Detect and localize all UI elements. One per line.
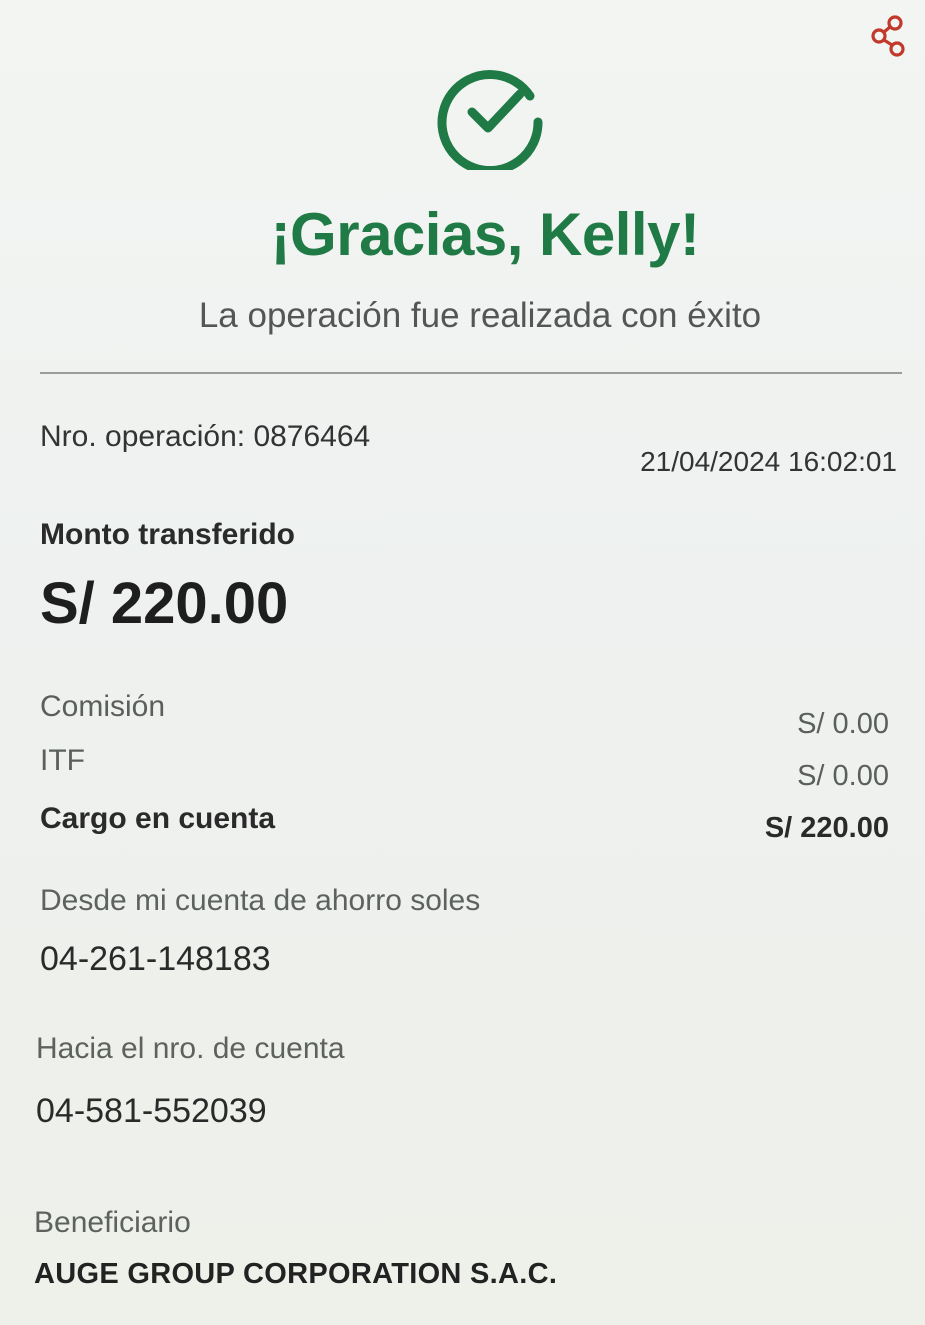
page-title: ¡Gracias, Kelly! <box>270 201 700 268</box>
from-account-value: 04-261-148183 <box>40 940 271 978</box>
share-icon <box>871 15 905 57</box>
amount-label: Monto transferido <box>40 518 295 551</box>
fee-label-itf: ITF <box>40 744 85 777</box>
fee-label-commission: Comisión <box>40 690 166 723</box>
share-button[interactable] <box>867 14 911 58</box>
fee-value-commission: S/ 0.00 <box>797 708 889 740</box>
beneficiary-label: Beneficiario <box>34 1206 191 1239</box>
operation-number: Nro. operación: 0876464 <box>40 420 371 453</box>
from-account-label: Desde mi cuenta de ahorro soles <box>40 884 481 917</box>
beneficiary-value: AUGE GROUP CORPORATION S.A.C. <box>34 1258 558 1290</box>
receipt-screen: ¡Gracias, Kelly! La operación fue realiz… <box>0 0 925 1325</box>
to-account-label: Hacia el nro. de cuenta <box>36 1032 345 1065</box>
to-account-value: 04-581-552039 <box>36 1092 267 1130</box>
fee-value-itf: S/ 0.00 <box>797 760 889 792</box>
amount-value: S/ 220.00 <box>40 571 289 636</box>
divider <box>40 372 902 374</box>
fee-value-charge: S/ 220.00 <box>764 812 889 844</box>
fee-label-charge: Cargo en cuenta <box>40 802 276 835</box>
page-subtitle: La operación fue realizada con éxito <box>198 296 762 335</box>
check-circle-icon <box>437 70 543 170</box>
operation-datetime: 21/04/2024 16:02:01 <box>640 446 897 477</box>
